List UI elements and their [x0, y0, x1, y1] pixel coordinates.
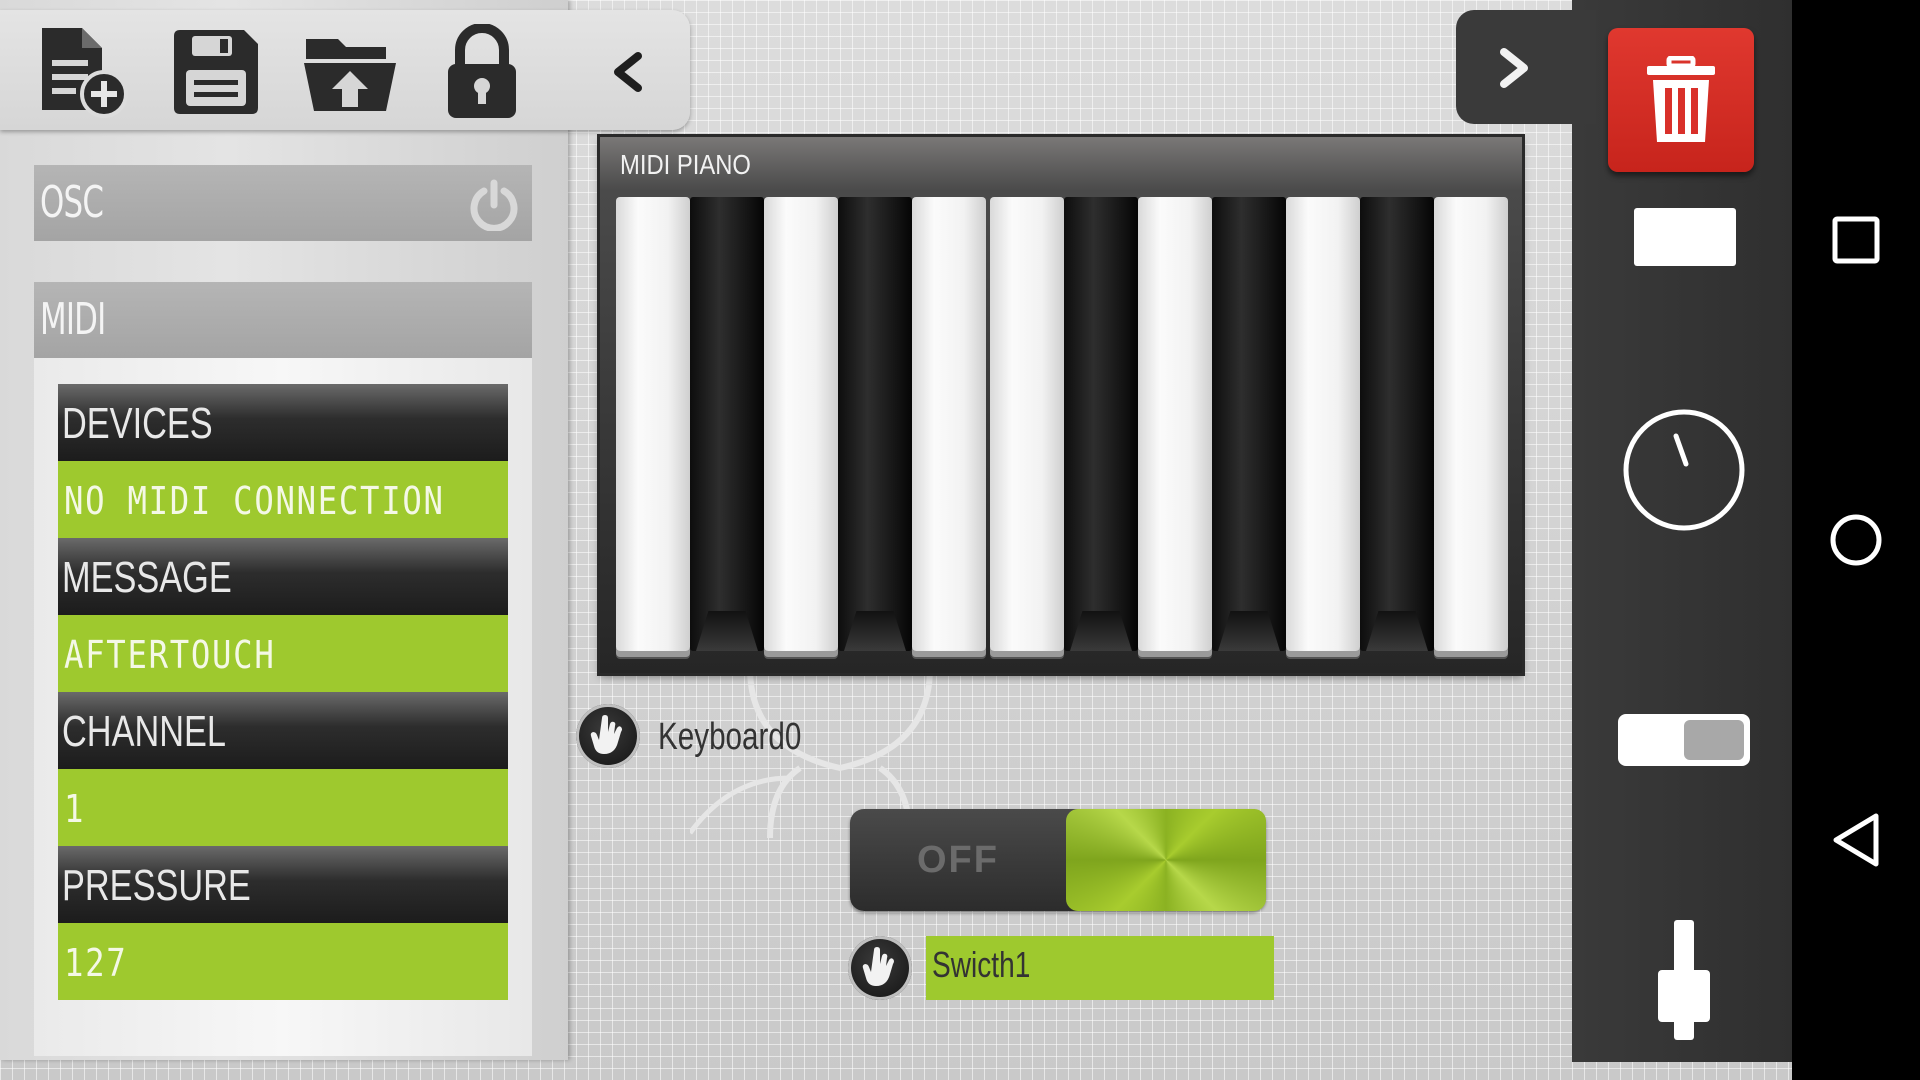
chevron-right-icon [1500, 48, 1528, 88]
piano-title: MIDI PIANO [620, 149, 751, 180]
switch-label-box[interactable]: Swicth1 [926, 936, 1274, 1000]
pressure-value[interactable]: 127 [58, 923, 508, 1000]
folder-open-icon [304, 39, 396, 111]
midi-settings: DEVICES NO MIDI CONNECTION MESSAGE AFTER… [34, 358, 532, 1056]
piano-black-key[interactable] [1064, 197, 1138, 651]
piano-white-key[interactable] [1138, 197, 1212, 651]
expand-palette-button[interactable] [1456, 10, 1596, 124]
lock-open-icon [448, 24, 516, 118]
button-widget-icon[interactable] [1634, 208, 1736, 266]
keyboard-grip-handle[interactable] [576, 704, 640, 768]
floppy-save-icon [174, 30, 258, 114]
osc-header[interactable]: OSC [34, 165, 532, 241]
channel-value[interactable]: 1 [58, 769, 508, 846]
delete-button[interactable] [1608, 28, 1754, 172]
trash-icon [1647, 56, 1715, 142]
square-icon [1832, 216, 1880, 264]
back-button[interactable] [1792, 776, 1920, 904]
message-label: MESSAGE [58, 538, 508, 615]
devices-label: DEVICES [58, 384, 508, 461]
piano-white-key[interactable] [1286, 197, 1360, 651]
midi-header[interactable]: MIDI [34, 282, 532, 358]
piano-white-key[interactable] [616, 197, 690, 651]
lock-button[interactable] [432, 22, 532, 122]
power-icon[interactable] [468, 179, 520, 231]
switch-label: Swicth1 [932, 944, 1031, 985]
piano-white-key[interactable] [990, 197, 1064, 651]
hand-pointer-icon [862, 947, 894, 986]
file-add-icon [42, 28, 128, 118]
devices-value[interactable]: NO MIDI CONNECTION [58, 461, 508, 538]
open-folder-button[interactable] [300, 22, 400, 122]
chevron-left-icon [614, 52, 642, 92]
slider-widget-icon[interactable] [1656, 920, 1712, 1040]
piano-white-key[interactable] [912, 197, 986, 651]
system-nav-bar [1792, 0, 1920, 1080]
settings-panel: OSC MIDI DEVICES NO MIDI CONNECTION MESS… [0, 0, 568, 1060]
piano-white-key[interactable] [1434, 197, 1508, 651]
recents-button[interactable] [1792, 176, 1920, 304]
piano-black-key[interactable] [838, 197, 912, 651]
piano-black-key[interactable] [1360, 197, 1434, 651]
piano-white-key[interactable] [764, 197, 838, 651]
pressure-label: PRESSURE [58, 846, 508, 923]
keyboard-label: Keyboard0 [658, 716, 802, 758]
triangle-back-icon [1833, 813, 1879, 867]
circle-icon [1830, 514, 1882, 566]
toolbar [0, 10, 690, 130]
home-button[interactable] [1792, 476, 1920, 604]
piano-black-key[interactable] [690, 197, 764, 651]
hand-pointer-icon [590, 715, 622, 754]
message-value[interactable]: AFTERTOUCH [58, 615, 508, 692]
new-file-button[interactable] [32, 22, 132, 122]
save-button[interactable] [166, 22, 266, 122]
switch-knob[interactable] [1066, 809, 1266, 911]
piano-black-key[interactable] [1212, 197, 1286, 651]
collapse-panel-button[interactable] [578, 22, 678, 122]
switch-state-text: OFF [917, 839, 999, 881]
channel-label: CHANNEL [58, 692, 508, 769]
toggle-switch-widget[interactable]: OFF [850, 809, 1266, 911]
midi-piano-widget[interactable]: MIDI PIANO [600, 137, 1522, 673]
toggle-widget-icon[interactable] [1618, 714, 1750, 766]
knob-widget-icon[interactable] [1620, 400, 1748, 540]
toggle-widget-knob [1684, 720, 1744, 760]
switch-grip-handle[interactable] [848, 936, 912, 1000]
